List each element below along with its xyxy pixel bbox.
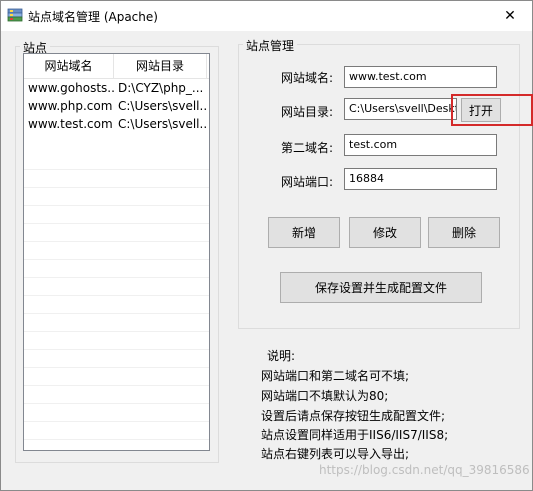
site-list-header: 网站域名 网站目录	[24, 54, 209, 79]
close-icon: ✕	[504, 8, 516, 24]
column-header-domain[interactable]: 网站域名	[24, 54, 114, 78]
highlight-annotation-box	[451, 94, 533, 126]
grid-line	[24, 403, 209, 404]
grid-line	[24, 259, 209, 260]
site-domain-manager-window: 站点域名管理 (Apache) ✕ 站点 网站域名 网站目录 www.gohos…	[0, 0, 533, 491]
port-label: 网站端口:	[281, 175, 334, 189]
note-line: 站点右键列表可以导入导出;	[261, 447, 410, 461]
site-domain-cell: www.gohosts....	[28, 81, 114, 95]
site-row[interactable]: www.php.com C:\Users\svell...	[24, 97, 209, 115]
note-line: 网站端口和第二域名可不填;	[261, 369, 410, 383]
domain-label: 网站域名:	[281, 71, 334, 85]
grid-line	[24, 241, 209, 242]
directory-label: 网站目录:	[281, 105, 334, 119]
note-line: 设置后请点保存按钮生成配置文件;	[261, 409, 446, 423]
grid-line	[24, 349, 209, 350]
grid-line	[24, 385, 209, 386]
window-title: 站点域名管理 (Apache)	[28, 10, 158, 24]
grid-line	[24, 367, 209, 368]
grid-line	[24, 169, 209, 170]
manage-group-caption: 站点管理	[243, 37, 298, 54]
grid-line	[24, 223, 209, 224]
grid-line	[24, 439, 209, 440]
grid-line	[24, 331, 209, 332]
save-and-generate-config-button[interactable]: 保存设置并生成配置文件	[280, 272, 482, 303]
site-domain-cell: www.test.com	[28, 117, 113, 131]
grid-line	[24, 313, 209, 314]
site-dir-cell: D:\CYZ\php_...	[118, 81, 204, 95]
second-domain-input[interactable]: test.com	[344, 134, 497, 156]
site-row[interactable]: www.test.com C:\Users\svell...	[24, 115, 209, 133]
site-dir-cell: C:\Users\svell...	[118, 99, 207, 113]
delete-button[interactable]: 删除	[428, 217, 500, 248]
site-domain-cell: www.php.com	[28, 99, 113, 113]
site-list[interactable]: 网站域名 网站目录 www.gohosts.... D:\CYZ\php_...…	[23, 53, 210, 451]
domain-input[interactable]: www.test.com	[344, 66, 497, 88]
grid-line	[24, 421, 209, 422]
title-bar[interactable]: 站点域名管理 (Apache) ✕	[1, 1, 532, 31]
add-button[interactable]: 新增	[268, 217, 340, 248]
second-domain-label: 第二域名:	[281, 141, 334, 155]
note-line: 网站端口不填默认为80;	[261, 389, 389, 403]
app-icon	[7, 7, 23, 23]
grid-line	[24, 187, 209, 188]
site-row[interactable]: www.gohosts.... D:\CYZ\php_...	[24, 79, 209, 97]
grid-line	[24, 295, 209, 296]
directory-input[interactable]: C:\Users\svell\Desktop	[344, 98, 457, 120]
column-header-directory[interactable]: 网站目录	[114, 54, 207, 78]
grid-line	[24, 205, 209, 206]
watermark: https://blog.csdn.net/qq_39816586	[319, 463, 530, 477]
site-dir-cell: C:\Users\svell...	[118, 117, 207, 131]
close-button[interactable]: ✕	[488, 1, 532, 31]
edit-button[interactable]: 修改	[349, 217, 421, 248]
port-input[interactable]: 16884	[344, 168, 497, 190]
grid-line	[24, 277, 209, 278]
notes-title: 说明:	[267, 349, 296, 363]
note-line: 站点设置同样适用于IIS6/IIS7/IIS8;	[261, 428, 449, 442]
